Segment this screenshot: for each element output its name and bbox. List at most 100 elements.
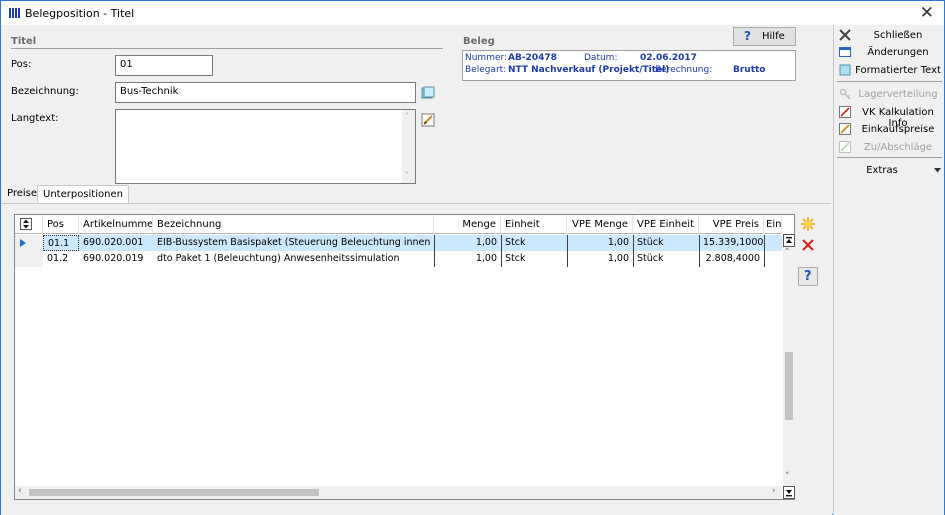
lagerverteilung-label: Lagerverteilung <box>858 89 938 100</box>
dialog-window: Belegposition - Titel ✕ Titel Pos: 01 Be… <box>0 0 945 515</box>
col-header-vpe-menge[interactable]: VPE Menge <box>567 215 633 234</box>
beleg-berechnung-label: Berechnung: <box>655 65 713 75</box>
cell-pos[interactable]: 01.2 <box>43 251 79 267</box>
langtext-scrollbar[interactable]: ˄ ˅ <box>402 110 415 183</box>
grid-horizontal-scrollbar[interactable]: ‹ › <box>15 486 782 499</box>
row-indicator[interactable] <box>15 251 43 267</box>
scroll-right-icon[interactable]: › <box>772 486 776 496</box>
col-header-menge[interactable]: Menge <box>434 215 501 234</box>
edit-text-icon[interactable] <box>421 113 435 127</box>
formatierter-text-label: Formatierter Text <box>855 65 941 76</box>
col-header-vpe-einheit[interactable]: VPE Einheit <box>633 215 699 234</box>
window-icon <box>839 47 851 57</box>
langtext-label: Langtext: <box>11 113 59 124</box>
cell-bezeichnung[interactable]: dto Paket 1 (Beleuchtung) Anwesenheitssi… <box>153 251 434 267</box>
chevron-down-icon <box>934 168 941 173</box>
unterpositionen-grid[interactable]: Pos Artikelnummer Bezeichnung Menge Einh… <box>14 214 795 500</box>
help-icon: ? <box>804 269 812 284</box>
current-row-arrow-icon <box>20 239 26 247</box>
langtext-textarea[interactable]: ˄ ˅ <box>115 109 416 184</box>
col-header-artikelnummer[interactable]: Artikelnummer <box>79 215 153 234</box>
main-area: Titel Pos: 01 Bezeichnung: Bus-Technik L… <box>1 25 832 515</box>
grid-header: Pos Artikelnummer Bezeichnung Menge Einh… <box>15 215 782 234</box>
bezeichnung-label: Bezeichnung: <box>11 86 79 97</box>
delete-row-icon[interactable] <box>800 237 816 253</box>
table-row[interactable]: 01.1 690.020.001 EIB-Bussystem Basispake… <box>15 235 782 251</box>
extras-dropdown[interactable]: Extras <box>834 162 944 179</box>
beleg-belegart-label: Belegart: <box>465 65 507 75</box>
einkaufspreise-button[interactable]: Einkaufspreise <box>834 121 944 138</box>
cell-vpe-menge[interactable]: 1,00 <box>567 235 633 251</box>
scroll-up-icon[interactable]: ˄ <box>785 248 790 258</box>
cell-einheit[interactable]: Stck <box>501 235 567 251</box>
col-header-pos[interactable]: Pos <box>43 215 79 234</box>
col-header-einzel[interactable]: Einz <box>764 215 782 234</box>
vertical-scroll-thumb[interactable] <box>785 352 793 420</box>
zu-abschlaege-label: Zu/Abschläge <box>863 142 933 153</box>
scroll-left-icon[interactable]: ‹ <box>18 486 22 496</box>
aenderungen-label: Änderungen <box>867 47 929 58</box>
title-bar: Belegposition - Titel ✕ <box>1 1 944 25</box>
cell-einheit[interactable]: Stck <box>501 251 567 267</box>
grid-help-button[interactable]: ? <box>798 267 818 286</box>
cell-vpe-menge[interactable]: 1,00 <box>567 251 633 267</box>
schliessen-label: Schließen <box>873 30 923 41</box>
beleg-info-box: Nummer: AB-20478 Datum: 02.06.2017 Beleg… <box>462 50 796 81</box>
window-title: Belegposition - Titel <box>25 7 135 20</box>
extras-label: Extras <box>866 165 898 176</box>
tab-unterpositionen[interactable]: Unterpositionen <box>37 185 129 204</box>
scroll-to-bottom-button[interactable] <box>783 486 795 499</box>
grid-vertical-scrollbar[interactable]: ˄ ˅ <box>783 234 795 486</box>
cell-vpe-einheit[interactable]: Stück <box>633 251 699 267</box>
cell-pos[interactable]: 01.1 <box>43 235 79 251</box>
scroll-down-icon[interactable]: ˅ <box>785 472 790 482</box>
row-indicator[interactable] <box>15 235 43 251</box>
close-icon <box>839 29 851 41</box>
zu-abschlaege-button[interactable]: Zu/Abschläge <box>834 139 944 156</box>
cell-vpe-preis[interactable]: 2.808,4000 <box>699 251 764 267</box>
cell-menge[interactable]: 1,00 <box>434 251 501 267</box>
schliessen-button[interactable]: Schließen <box>834 27 944 44</box>
col-header-bezeichnung[interactable]: Bezeichnung <box>153 215 434 234</box>
new-row-icon[interactable] <box>800 216 816 232</box>
cell-vpe-preis[interactable]: 15.339,1000 <box>699 235 764 251</box>
pos-label: Pos: <box>11 59 32 70</box>
col-header-einheit[interactable]: Einheit <box>501 215 567 234</box>
pos-input[interactable]: 01 <box>115 55 213 76</box>
bezeichnung-input[interactable]: Bus-Technik <box>115 82 416 103</box>
scroll-down-icon[interactable]: ˅ <box>405 170 409 182</box>
help-icon: ? <box>744 29 751 43</box>
titel-section-label: Titel <box>11 36 37 47</box>
window-close-icon[interactable]: ✕ <box>920 3 934 23</box>
table-row[interactable]: 01.2 690.020.019 dto Paket 1 (Beleuchtun… <box>15 251 782 267</box>
vk-kalkulation-info-button[interactable]: VK Kalkulation Info <box>834 104 944 129</box>
scroll-up-icon[interactable]: ˄ <box>405 111 409 123</box>
cell-bezeichnung[interactable]: EIB-Bussystem Basispaket (Steuerung Bele… <box>153 235 434 251</box>
scroll-to-top-button[interactable] <box>783 234 795 247</box>
hilfe-button[interactable]: ? Hilfe <box>733 27 796 46</box>
col-header-vpe-preis[interactable]: VPE Preis <box>699 215 764 234</box>
aenderungen-button[interactable]: Änderungen <box>834 44 944 61</box>
panel-separator <box>837 81 942 82</box>
app-icon <box>9 8 20 18</box>
command-panel: Schließen Änderungen Formatierter Text L… <box>833 25 944 515</box>
grid-sort-handle[interactable] <box>15 215 43 234</box>
edit-icon <box>839 141 851 153</box>
beleg-berechnung-value: Brutto <box>733 65 766 75</box>
horizontal-scroll-thumb[interactable] <box>29 489 319 496</box>
cell-menge[interactable]: 1,00 <box>434 235 501 251</box>
beleg-datum-label: Datum: <box>584 53 618 63</box>
scroll-bottom-icon <box>786 490 792 497</box>
beleg-section-label: Beleg <box>463 36 495 47</box>
hilfe-label: Hilfe <box>762 31 785 42</box>
panel-separator <box>837 157 942 158</box>
cell-vpe-einheit[interactable]: Stück <box>633 235 699 251</box>
cell-artikelnummer[interactable]: 690.020.019 <box>79 251 153 267</box>
key-icon <box>839 88 851 100</box>
cell-artikelnummer[interactable]: 690.020.001 <box>79 235 153 251</box>
beleg-datum-value: 02.06.2017 <box>640 53 697 63</box>
calc-icon <box>839 106 851 118</box>
lagerverteilung-button[interactable]: Lagerverteilung <box>834 86 944 103</box>
translate-icon[interactable] <box>421 86 435 100</box>
formatierter-text-button[interactable]: Formatierter Text <box>834 62 944 79</box>
